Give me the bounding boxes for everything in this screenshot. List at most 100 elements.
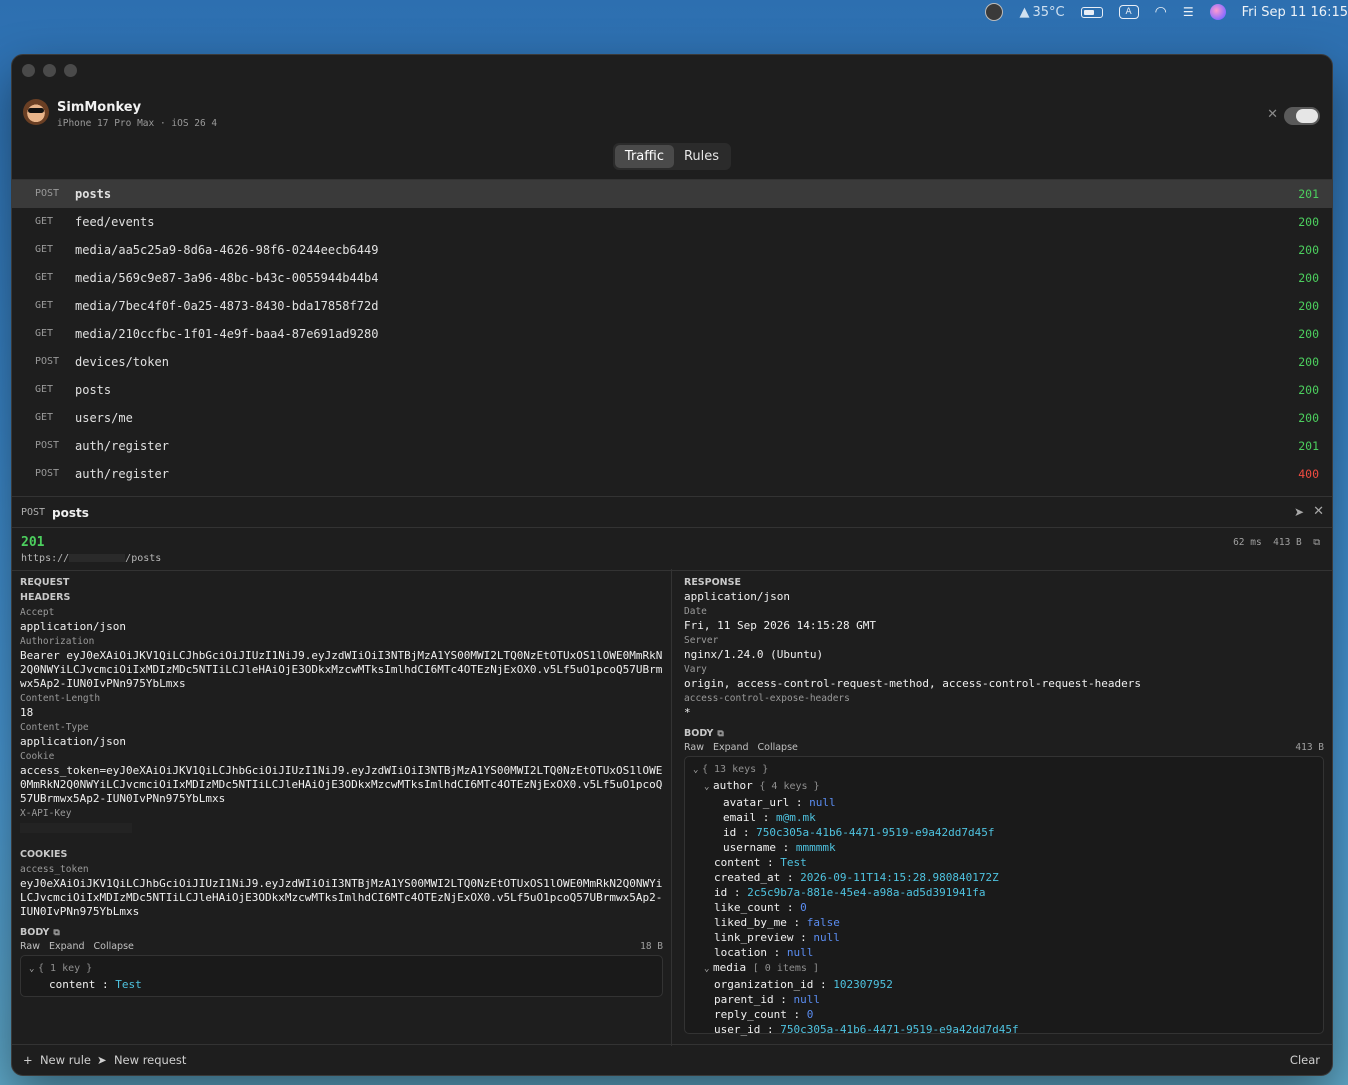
json-value: 750c305a-41b6-4471-9519-e9a42dd7d45f — [756, 826, 995, 839]
json-field[interactable]: id : 750c305a-41b6-4471-9519-e9a42dd7d45… — [693, 825, 1315, 840]
traffic-row[interactable]: POST devices/token 200 — [12, 348, 1332, 376]
json-key: liked_by_me — [714, 916, 787, 929]
menubar-clock[interactable]: Fri Sep 11 16:15 — [1242, 5, 1348, 20]
status-code: 200 — [1298, 411, 1319, 425]
weather-status[interactable]: ▲ 35°C — [1019, 5, 1064, 20]
wifi-icon[interactable]: ◠ — [1155, 4, 1167, 20]
battery-icon[interactable] — [1080, 6, 1103, 18]
json-separator: : — [773, 993, 794, 1006]
json-separator: : — [780, 871, 801, 884]
expand-button[interactable]: Expand — [49, 941, 85, 952]
json-key: organization_id — [714, 978, 814, 991]
traffic-row[interactable]: POST auth/register 400 — [12, 460, 1332, 488]
traffic-row[interactable]: POST auth/register 201 — [12, 432, 1332, 460]
chevron-down-icon[interactable]: ⌄ — [704, 780, 713, 795]
json-field[interactable]: user_id : 750c305a-41b6-4471-9519-e9a42d… — [693, 1022, 1315, 1037]
traffic-row[interactable]: GET users/me 200 — [12, 404, 1332, 432]
simmonkey-menu-icon[interactable] — [985, 3, 1004, 21]
json-field[interactable]: avatar_url : null — [693, 795, 1315, 810]
traffic-row[interactable]: GET media/7bec4f0f-0a25-4873-8430-bda1785… — [12, 292, 1332, 320]
chevron-down-icon[interactable]: ⌄ — [29, 962, 38, 977]
chevron-down-icon[interactable]: ⌄ — [704, 962, 713, 977]
json-field[interactable]: content : Test — [693, 855, 1315, 870]
segmented-control: Traffic Rules — [612, 142, 732, 170]
pin-icon[interactable]: ✕ — [1267, 107, 1278, 122]
post-fields: organization_id : 102307952 parent_id : n… — [693, 977, 1315, 1037]
chevron-down-icon[interactable]: ⌄ — [693, 763, 702, 778]
tab-rules[interactable]: Rules — [674, 145, 729, 168]
json-key: id — [714, 886, 728, 899]
request-url[interactable]: https:///posts — [21, 553, 161, 564]
collapse-button[interactable]: Collapse — [758, 742, 798, 753]
body-size: 18 B — [640, 941, 663, 952]
close-window-button[interactable] — [22, 64, 35, 77]
new-rule-button[interactable]: + New rule — [23, 1053, 91, 1067]
request-title: REQUEST — [20, 577, 70, 588]
raw-button[interactable]: Raw — [684, 742, 704, 753]
minimize-window-button[interactable] — [43, 64, 56, 77]
json-separator: : — [786, 1008, 807, 1021]
json-field[interactable]: parent_id : null — [693, 992, 1315, 1007]
control-center-icon[interactable]: ☰ — [1183, 5, 1194, 19]
status-code: 200 — [1298, 383, 1319, 397]
capture-toggle[interactable] — [1284, 107, 1320, 125]
copy-icon[interactable]: ⧉ — [1313, 537, 1320, 548]
json-field[interactable]: reply_count : 0 — [693, 1007, 1315, 1022]
json-field[interactable]: created_at : 2026-09-11T14:15:28.9808401… — [693, 870, 1315, 885]
json-key: id — [723, 826, 737, 839]
json-field[interactable]: email : m@m.mk — [693, 810, 1315, 825]
response-json-viewer: ⌄{ 13 keys } ⌄ author { 4 keys } avatar_u… — [684, 756, 1324, 1037]
json-field[interactable]: organization_id : 102307952 — [693, 977, 1315, 992]
traffic-row[interactable]: GET media/aa5c25a9-8d6a-4626-98f6-0244eec… — [12, 236, 1332, 264]
json-key: avatar_url — [723, 796, 790, 809]
input-source-icon[interactable]: A — [1118, 5, 1139, 19]
response-pane: RESPONSE application/json Date Fri, 11 S… — [684, 577, 1324, 1037]
headers-title: HEADERS — [20, 592, 71, 603]
json-field[interactable]: like_count : 0 — [693, 900, 1315, 915]
json-separator: : — [760, 1023, 781, 1036]
cookies-title: COOKIES — [20, 849, 68, 860]
collapse-button[interactable]: Collapse — [94, 941, 134, 952]
json-key: user_id — [714, 1023, 761, 1036]
send-icon[interactable]: ➤ — [1294, 505, 1304, 519]
traffic-row[interactable]: GET posts 200 — [12, 376, 1332, 404]
copy-icon[interactable]: ⧉ — [717, 729, 723, 739]
title-bar — [12, 55, 1332, 89]
tab-traffic[interactable]: Traffic — [614, 144, 674, 168]
body-size: 413 B — [1295, 742, 1324, 753]
json-field[interactable]: username : mmmmmk — [693, 840, 1315, 855]
json-value: 750c305a-41b6-4471-9519-e9a42dd7d45f — [780, 1023, 1019, 1036]
json-field[interactable]: liked_by_me : false — [693, 915, 1315, 930]
json-field[interactable]: location : null — [693, 945, 1315, 960]
json-key: link_preview — [714, 931, 794, 944]
footer-bar: + New rule ➤ New request Clear — [12, 1044, 1332, 1075]
response-title: RESPONSE — [684, 577, 741, 588]
traffic-list: POST posts 201 GET feed/events 200 GET media/… — [12, 180, 1332, 497]
close-icon[interactable]: ✕ — [1313, 504, 1324, 519]
traffic-row[interactable]: GET feed/events 200 — [12, 208, 1332, 236]
zoom-window-button[interactable] — [64, 64, 77, 77]
siri-icon[interactable] — [1209, 4, 1226, 20]
redacted-api-key — [20, 823, 132, 833]
json-value: 102307952 — [833, 978, 893, 991]
status-code: 200 — [1298, 243, 1319, 257]
clear-button[interactable]: Clear — [1290, 1053, 1320, 1067]
app-header: SimMonkey iPhone 17 Pro Max · iOS 26 4 ✕ — [12, 89, 1332, 133]
traffic-row[interactable]: GET media/210ccfbc-1f01-4e9f-baa4-87e691a… — [12, 320, 1332, 348]
json-value: m@m.mk — [776, 811, 816, 824]
json-field[interactable]: link_preview : null — [693, 930, 1315, 945]
detail-method: POST — [21, 507, 46, 518]
expand-button[interactable]: Expand — [713, 742, 749, 753]
json-key: email — [723, 811, 757, 824]
response-body-actions: Raw Expand Collapse 413 B — [684, 742, 1324, 753]
traffic-row[interactable]: GET media/569c9e87-3a96-48bc-b43c-0055944… — [12, 264, 1332, 292]
json-key: parent_id — [714, 993, 774, 1006]
status-code: 200 — [1298, 355, 1319, 369]
new-request-button[interactable]: ➤ New request — [97, 1053, 186, 1067]
raw-button[interactable]: Raw — [20, 941, 40, 952]
copy-icon[interactable]: ⧉ — [53, 928, 59, 938]
json-value: false — [806, 916, 840, 929]
json-separator: : — [727, 886, 748, 899]
json-field[interactable]: id : 2c5c9b7a-881e-45e4-a98a-ad5d391941f… — [693, 885, 1315, 900]
traffic-row[interactable]: POST posts 201 — [12, 180, 1332, 208]
